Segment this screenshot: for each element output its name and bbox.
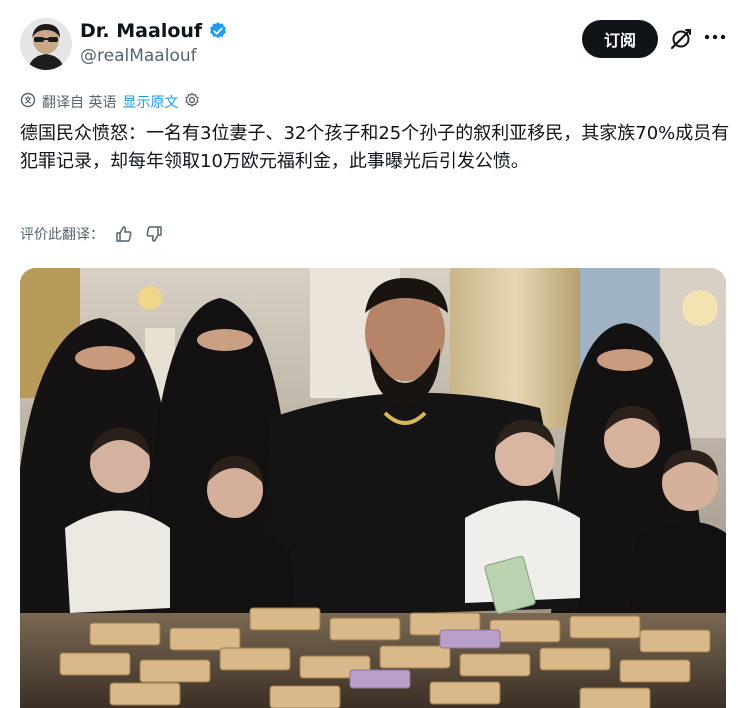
subscribe-button[interactable]: 订阅 xyxy=(582,20,658,58)
show-original-link[interactable]: 显示原文 xyxy=(122,92,178,112)
author-handle[interactable]: @realMaalouf xyxy=(80,46,197,66)
author-name-row: Dr. Maalouf xyxy=(80,20,228,42)
thumbs-up-icon[interactable] xyxy=(114,224,134,244)
avatar[interactable] xyxy=(20,18,72,70)
post-header: Dr. Maalouf @realMaalouf 订阅 xyxy=(0,0,750,80)
grok-icon[interactable] xyxy=(669,27,693,51)
author-display-name[interactable]: Dr. Maalouf xyxy=(80,20,202,42)
translated-from-label: 翻译自 英语 xyxy=(42,95,117,111)
post-photo[interactable] xyxy=(20,268,726,708)
post-photo-image xyxy=(20,268,726,708)
translate-icon xyxy=(20,92,36,112)
rate-translation-label: 评价此翻译： xyxy=(20,227,104,243)
verified-badge-icon xyxy=(208,21,228,41)
translation-bar: 翻译自 英语 显示原文 xyxy=(20,92,200,112)
gear-icon[interactable] xyxy=(184,92,200,112)
rate-translation-bar: 评价此翻译： xyxy=(20,224,164,244)
thumbs-down-icon[interactable] xyxy=(144,224,164,244)
avatar-image xyxy=(20,18,72,70)
more-icon[interactable] xyxy=(702,24,728,50)
post-text: 德国民众愤怒：一名有3位妻子、32个孩子和25个孙子的叙利亚移民，其家族70%成… xyxy=(20,123,730,172)
